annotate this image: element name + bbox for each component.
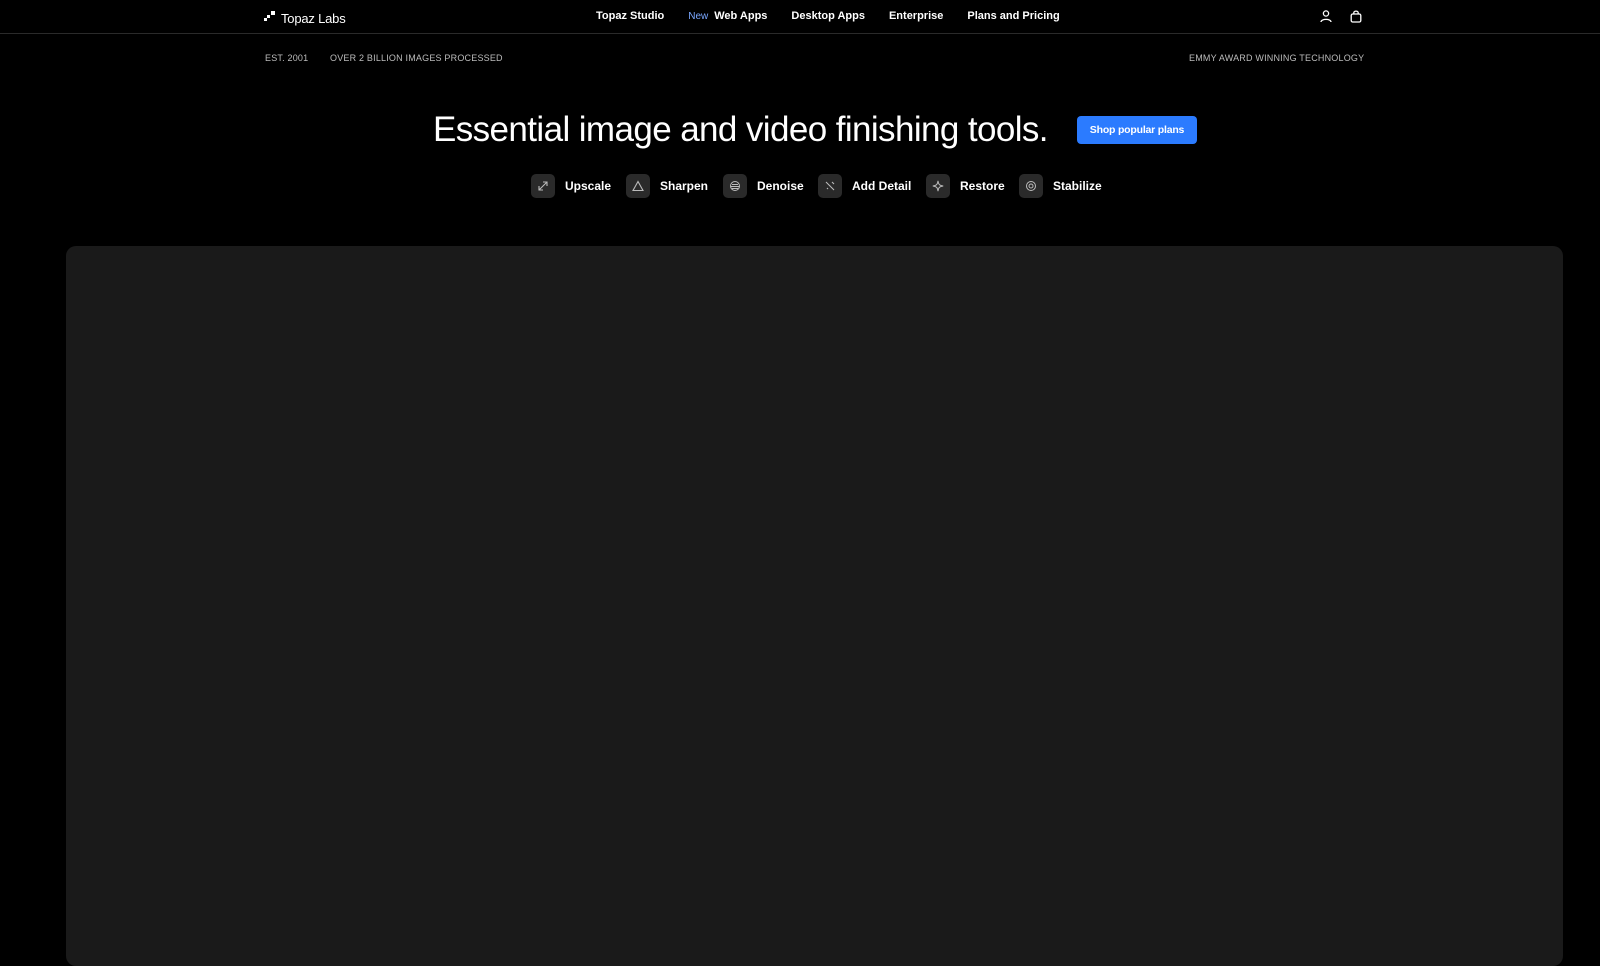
new-badge: New [688,10,709,22]
emmy-award-text: EMMY AWARD WINNING TECHNOLOGY [1189,53,1365,63]
tool-stabilize[interactable]: Stabilize [1019,173,1102,199]
nav-enterprise[interactable]: Enterprise [889,10,943,22]
media-showcase-panel [66,246,1563,966]
tool-label: Sharpen [660,179,709,193]
topaz-logo-icon [264,9,275,27]
nav-desktop-apps[interactable]: Desktop Apps [791,10,865,22]
brand-logo[interactable]: Topaz Labs [264,9,346,27]
established-text: EST. 2001 [265,53,309,63]
top-navbar: Topaz Labs Topaz Studio New Web Apps Des… [0,0,1600,34]
main-nav: Topaz Studio New Web Apps Desktop Apps E… [596,10,1060,22]
denoise-icon [723,174,747,198]
nav-web-apps[interactable]: Web Apps [714,10,767,22]
tool-restore[interactable]: Restore [926,173,1005,199]
shop-popular-plans-button[interactable]: Shop popular plans [1077,116,1197,144]
images-processed-text: OVER 2 BILLION IMAGES PROCESSED [330,53,503,63]
tool-denoise[interactable]: Denoise [723,173,804,199]
stabilize-icon [1019,174,1043,198]
tool-sharpen[interactable]: Sharpen [626,173,708,199]
tool-label: Restore [960,179,1005,193]
upscale-icon [531,174,555,198]
tool-label: Add Detail [852,179,912,193]
nav-topaz-studio[interactable]: Topaz Studio [596,10,664,22]
tool-label: Stabilize [1053,179,1102,193]
account-icon[interactable] [1319,9,1333,23]
brand-name: Topaz Labs [281,10,346,26]
nav-icons [1319,9,1363,23]
sharpen-icon [626,174,650,198]
tool-upscale[interactable]: Upscale [531,173,611,199]
tool-label: Denoise [757,179,804,193]
tool-label: Upscale [565,179,612,193]
tool-add-detail[interactable]: Add Detail [818,173,911,199]
hero-title: Essential image and video finishing tool… [433,110,1049,149]
nav-plans-pricing[interactable]: Plans and Pricing [967,10,1059,22]
add-detail-icon [818,174,842,198]
cart-icon[interactable] [1349,9,1363,23]
restore-icon [926,174,950,198]
